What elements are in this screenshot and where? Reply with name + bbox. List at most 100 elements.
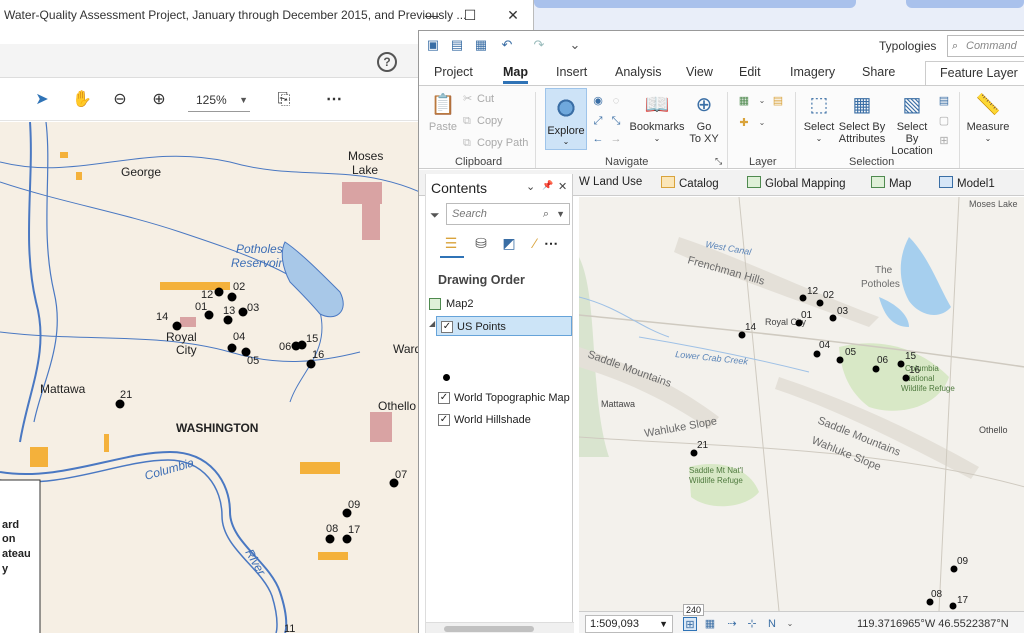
explore-button[interactable]: Explore ⌄ — [545, 88, 587, 150]
customize-toolbar-icon[interactable]: ⌄ — [567, 38, 583, 52]
zoom-out-icon[interactable]: ⊖ — [108, 88, 132, 112]
view-tab-land-use[interactable]: W Land Use — [579, 176, 642, 188]
add-preset-icon[interactable]: ✚ — [737, 116, 751, 130]
arcgis-map-view[interactable]: Moses Lake West Canal Frenchman Hills Th… — [579, 197, 1024, 611]
chevron-down-icon[interactable]: ⌄ — [755, 94, 769, 108]
select-icon: ⬚ — [809, 94, 829, 116]
help-icon[interactable]: ? — [377, 52, 397, 72]
save-project-icon[interactable]: ▦ — [473, 38, 489, 52]
collapse-icon[interactable]: ◢ — [429, 319, 435, 328]
zoom-in-icon[interactable]: ⊕ — [147, 88, 171, 112]
copy-path-button[interactable]: ⧉ Copy Path — [463, 136, 528, 150]
tree-item-map2[interactable]: Map2 — [426, 294, 574, 314]
sample-point[interactable] — [813, 350, 821, 358]
selection-view-icon[interactable]: ◩ — [500, 234, 518, 252]
group-label-layer: Layer — [749, 156, 777, 168]
select-cursor-icon[interactable]: ➤ — [30, 88, 54, 112]
next-extent-icon[interactable]: → — [609, 132, 623, 146]
constraints-icon[interactable]: ⇢ — [725, 617, 739, 631]
more-options-icon[interactable]: ⋯ — [322, 88, 346, 112]
layer-checkbox[interactable]: ✓ — [438, 414, 450, 426]
layer-checkbox[interactable]: ✓ — [441, 321, 453, 333]
hand-tool-icon[interactable]: ✋ — [70, 88, 94, 112]
fit-page-icon[interactable]: ⎘ — [272, 88, 296, 112]
sample-point[interactable] — [897, 360, 905, 368]
tab-feature-layer[interactable]: Feature Layer — [925, 61, 1024, 85]
tab-share[interactable]: Share — [862, 65, 895, 79]
select-button[interactable]: ⬚ Select ⌄ — [801, 92, 837, 145]
full-extent-icon[interactable]: ◉ — [591, 94, 605, 108]
minimize-button[interactable]: — — [422, 6, 442, 24]
previous-extent-icon[interactable]: ← — [591, 132, 605, 146]
redo-icon[interactable]: ↷ — [531, 38, 547, 52]
maximize-button[interactable]: ☐ — [460, 6, 480, 24]
tab-edit[interactable]: Edit — [739, 65, 761, 79]
close-button[interactable]: ✕ — [503, 6, 523, 24]
bookmarks-button[interactable]: 📖 Bookmarks ⌄ — [629, 92, 685, 145]
horizontal-scrollbar[interactable] — [426, 622, 574, 633]
new-project-icon[interactable]: ▣ — [425, 38, 441, 52]
scrollbar-thumb[interactable] — [444, 626, 534, 632]
attributes-icon[interactable]: ▤ — [937, 94, 951, 108]
cut-button[interactable]: ✂ Cut — [463, 92, 494, 106]
add-data-icon[interactable]: ▤ — [771, 94, 785, 108]
tab-map[interactable]: Map — [503, 65, 528, 84]
sample-point[interactable] — [799, 294, 807, 302]
view-tab-catalog[interactable]: Catalog — [661, 176, 719, 190]
tab-project[interactable]: Project — [434, 65, 473, 79]
legend-fragment: ateau — [2, 548, 31, 560]
drawing-order-icon[interactable]: ☰ — [442, 234, 460, 252]
pane-options-icon[interactable]: ⌄ — [526, 180, 535, 193]
clear-selection-icon[interactable]: ▢ — [937, 114, 951, 128]
point-label: 16 — [312, 349, 324, 361]
fixed-zoom-icon[interactable]: ◌ — [609, 94, 623, 108]
contents-search-input[interactable]: Search ⌕ ▼ — [446, 203, 570, 225]
dialog-launcher-icon[interactable]: ⤡ — [715, 156, 722, 167]
sample-point[interactable] — [829, 314, 837, 322]
fixed-zoom-out-icon[interactable]: ⤡ — [609, 114, 623, 128]
sample-point[interactable] — [872, 365, 880, 373]
select-by-attributes-button[interactable]: ▦ Select By Attributes — [837, 92, 887, 145]
chevron-down-icon[interactable]: ⌄ — [755, 116, 769, 130]
point-label: 17 — [957, 595, 969, 606]
undo-icon[interactable]: ↶ — [499, 38, 515, 52]
tab-imagery[interactable]: Imagery — [790, 65, 835, 79]
tree-item-world-topographic-map[interactable]: ✓ World Topographic Map — [436, 388, 584, 408]
close-pane-icon[interactable]: ✕ — [558, 180, 567, 193]
go-to-xy-button[interactable]: ⊕ Go To XY — [687, 92, 721, 145]
pdf-titlebar[interactable]: Water-Quality Assessment Project, Januar… — [0, 0, 533, 30]
measure-button[interactable]: 📏 Measure ⌄ — [965, 92, 1011, 145]
scale-selector[interactable]: 1:509,093 ▼ — [585, 615, 673, 633]
crosshair-icon: ⊕ — [695, 94, 713, 116]
more-options-icon[interactable]: ⋯ — [542, 234, 560, 252]
view-tab-model1[interactable]: Model1 — [939, 176, 995, 190]
sample-point[interactable] — [836, 356, 844, 364]
layer-checkbox[interactable]: ✓ — [438, 392, 450, 404]
tab-analysis[interactable]: Analysis — [615, 65, 662, 79]
sample-point[interactable] — [949, 602, 957, 610]
zoom-to-selection-icon[interactable]: ⊞ — [937, 134, 951, 148]
tab-view[interactable]: View — [686, 65, 713, 79]
chevron-down-icon[interactable]: ⌄ — [783, 617, 797, 631]
tab-insert[interactable]: Insert — [556, 65, 587, 79]
view-tab-map[interactable]: Map — [871, 176, 911, 190]
point-label: 17 — [348, 524, 360, 536]
zoom-level-field[interactable]: 125% ▼ — [188, 88, 250, 112]
filter-icon[interactable]: ⏷ — [430, 208, 440, 223]
data-source-icon[interactable]: ⛁ — [472, 234, 490, 252]
open-project-icon[interactable]: ▤ — [449, 38, 465, 52]
pin-icon[interactable]: 📌 — [542, 180, 553, 191]
view-tab-global-mapping[interactable]: Global Mapping — [747, 176, 846, 190]
copy-button[interactable]: ⧉ Copy — [463, 114, 503, 128]
north-arrow-icon[interactable]: N — [765, 617, 779, 631]
tree-item-world-hillshade[interactable]: ✓ World Hillshade — [436, 410, 584, 430]
grid-snap-icon[interactable]: ⊞ — [683, 617, 697, 631]
tree-item-us-points[interactable]: ✓ US Points — [436, 316, 572, 336]
select-by-location-button[interactable]: ▧ Select By Location — [889, 92, 935, 157]
table-icon[interactable]: ▦ — [703, 617, 717, 631]
paste-button[interactable]: 📋 Paste — [427, 92, 459, 133]
basemap-icon[interactable]: ▦ — [737, 94, 751, 108]
fixed-zoom-in-icon[interactable]: ⤢ — [591, 114, 605, 128]
command-search-input[interactable]: ⌕Command Search — [947, 35, 1024, 72]
snapping-icon[interactable]: ⊹ — [745, 617, 759, 631]
